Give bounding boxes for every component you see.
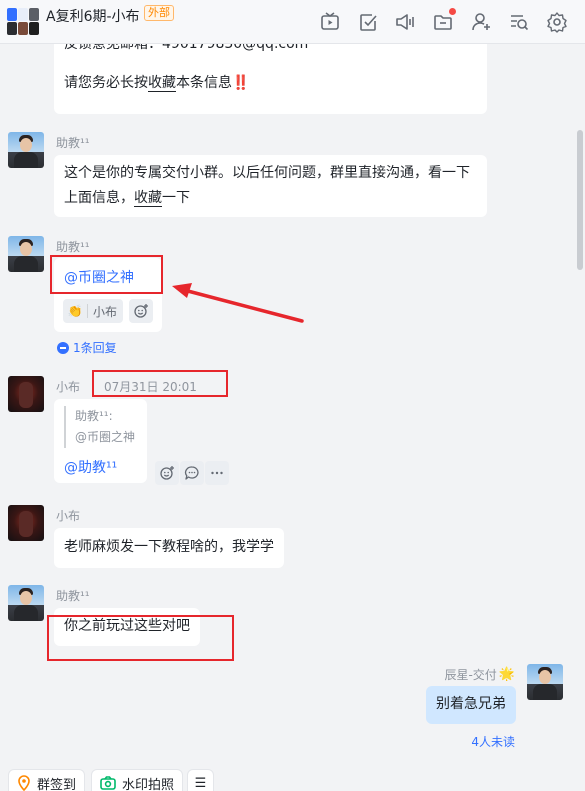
announcement-icon[interactable] [394,11,416,33]
quote-sender: 助教¹¹: [75,409,113,423]
sender-name[interactable]: 辰星-交付 🌟 [444,666,515,683]
add-reaction-icon[interactable] [155,461,179,485]
external-badge: 外部 [144,5,174,21]
quoted-message[interactable]: 助教¹¹: @币圈之神 [64,406,135,448]
group-title[interactable]: A复利6期-小布 [46,6,140,26]
info-save-prefix: 请您务必长按 [64,75,148,91]
star-icon: 🌟 [498,667,515,682]
avatar-assistant[interactable] [8,236,44,272]
folder-icon[interactable] [432,8,456,33]
read-status[interactable]: 4人未读 [471,733,515,750]
reply-bubble-icon [57,341,69,354]
message-text: 别着急兄弟 [436,696,506,712]
scrollbar[interactable] [577,130,583,270]
sender-name[interactable]: 助教¹¹ [56,238,90,255]
info-save-line: 请您务必长按收藏本条信息‼️ [64,71,477,96]
mention-link[interactable]: @助教¹¹ [64,457,117,477]
chat-header: A复利6期-小布 外部 [0,0,585,44]
location-pin-icon [18,775,30,791]
reply-count-label: 1条回复 [73,341,117,355]
info-save-keyword: 收藏 [148,75,176,92]
notification-dot [449,8,456,15]
message-timestamp: 07月31日 20:01 [104,380,197,394]
exclamation-icon: ‼️ [232,75,250,91]
message-text-line1: 这个是你的专属交付小群。以后任何问题，群里直接沟通，看一下 [64,165,470,181]
quote-text: @币圈之神 [75,430,136,444]
message-list[interactable]: 反馈意见邮箱：490179830@qq.com 请您务必长按收藏本条信息‼️ 助… [0,44,585,759]
menu-icon: ☰ [194,775,207,791]
watermark-camera-button[interactable]: 水印拍照 [91,769,184,791]
more-icon[interactable] [205,461,229,485]
avatar-student[interactable] [8,505,44,541]
add-member-icon[interactable] [470,11,492,33]
mention-link[interactable]: @币圈之神 [64,268,152,288]
avatar-assistant[interactable] [8,585,44,621]
checkin-button[interactable]: 群签到 [8,769,86,791]
input-toolbar: 群签到 水印拍照 ☰ [0,759,585,791]
avatar-assistant[interactable] [8,132,44,168]
reaction-chip[interactable]: 👏 小布 [63,299,123,323]
message-text-prefix: 上面信息， [64,190,134,206]
avatar-student[interactable] [8,376,44,412]
sender-name[interactable]: 助教¹¹ [56,134,90,151]
message-bubble[interactable]: 这个是你的专属交付小群。以后任何问题，群里直接沟通，看一下 上面信息，收藏一下 [54,155,487,217]
checkin-label: 群签到 [37,777,77,791]
group-avatar[interactable] [7,8,39,35]
avatar-self[interactable] [527,664,563,700]
settings-icon[interactable] [546,11,568,33]
sender-label: 辰星-交付 [444,668,497,682]
pinned-info-bubble[interactable]: 反馈意见邮箱：490179830@qq.com 请您务必长按收藏本条信息‼️ [54,44,487,114]
camera-icon [100,776,116,790]
task-icon[interactable] [357,11,379,33]
red-arrow-icon [172,283,304,323]
message-text: 老师麻烦发一下教程啥的，我学学 [64,539,274,555]
sender-name[interactable]: 助教¹¹ [56,587,90,604]
message-text-keyword: 收藏 [134,190,162,207]
message-text-suffix: 一下 [162,190,190,206]
video-icon[interactable] [319,11,341,33]
message-text-line2: 上面信息，收藏一下 [64,186,477,211]
info-save-suffix: 本条信息 [176,75,232,91]
watermark-camera-label: 水印拍照 [122,777,175,791]
message-bubble[interactable]: 你之前玩过这些对吧 [54,608,200,646]
message-text: 你之前玩过这些对吧 [64,618,190,634]
reply-icon[interactable] [180,461,204,485]
search-history-icon[interactable] [508,11,530,33]
sender-name[interactable]: 小布 [56,378,80,395]
my-message-bubble[interactable]: 别着急兄弟 [426,686,516,724]
reaction-user: 小布 [93,304,118,319]
more-tools-button[interactable]: ☰ [187,769,214,791]
reaction-divider [87,304,88,318]
clap-icon: 👏 [67,304,83,318]
sender-name[interactable]: 小布 [56,507,80,524]
message-bubble[interactable]: 老师麻烦发一下教程啥的，我学学 [54,528,284,568]
add-reaction-icon[interactable] [129,299,153,323]
thread-reply-count[interactable]: 1条回复 [57,339,117,356]
info-email-line: 反馈意见邮箱：490179830@qq.com [64,44,309,52]
